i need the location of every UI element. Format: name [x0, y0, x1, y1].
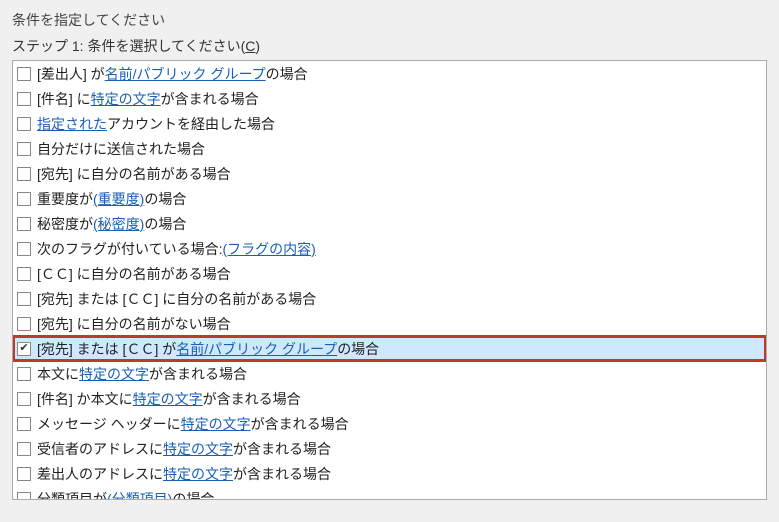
condition-link[interactable]: 名前/パブリック グループ	[176, 339, 337, 359]
condition-checkbox[interactable]	[17, 167, 31, 181]
condition-text: [宛先] に自分の名前がない場合	[37, 314, 231, 334]
condition-checkbox[interactable]	[17, 117, 31, 131]
conditions-listbox[interactable]: [差出人] が 名前/パブリック グループ の場合 [件名] に 特定の文字 が…	[12, 60, 767, 500]
condition-checkbox[interactable]	[17, 342, 31, 356]
condition-checkbox[interactable]	[17, 267, 31, 281]
condition-checkbox[interactable]	[17, 442, 31, 456]
condition-link[interactable]: 特定の文字	[181, 414, 251, 434]
condition-checkbox[interactable]	[17, 192, 31, 206]
step-prefix: ステップ 1: 条件を選択してください(	[12, 38, 245, 54]
condition-row[interactable]: [差出人] が 名前/パブリック グループ の場合	[13, 61, 766, 86]
condition-text: が含まれる場合	[233, 464, 331, 484]
condition-text: が含まれる場合	[251, 414, 349, 434]
condition-checkbox[interactable]	[17, 92, 31, 106]
condition-link[interactable]: 特定の文字	[133, 389, 203, 409]
condition-row[interactable]: 本文に 特定の文字 が含まれる場合	[13, 361, 766, 386]
condition-text: 本文に	[37, 364, 79, 384]
condition-text: が含まれる場合	[149, 364, 247, 384]
condition-text: の場合	[144, 189, 186, 209]
condition-row[interactable]: [宛先] または [ＣＣ] に自分の名前がある場合	[13, 286, 766, 311]
condition-row[interactable]: 次のフラグが付いている場合: (フラグの内容)	[13, 236, 766, 261]
condition-row[interactable]: 分類項目が (分類項目) の場合	[13, 486, 766, 500]
condition-text: 受信者のアドレスに	[37, 439, 163, 459]
condition-row[interactable]: 秘密度が (秘密度) の場合	[13, 211, 766, 236]
condition-checkbox[interactable]	[17, 317, 31, 331]
condition-link[interactable]: 名前/パブリック グループ	[105, 64, 266, 84]
condition-link[interactable]: (フラグの内容)	[222, 239, 315, 259]
condition-checkbox[interactable]	[17, 67, 31, 81]
condition-text: [ＣＣ] に自分の名前がある場合	[37, 264, 231, 284]
condition-row[interactable]: [宛先] または [ＣＣ] が 名前/パブリック グループ の場合	[13, 336, 766, 361]
condition-checkbox[interactable]	[17, 467, 31, 481]
condition-row[interactable]: 指定された アカウントを経由した場合	[13, 111, 766, 136]
condition-text: [件名] か本文に	[37, 389, 133, 409]
condition-link[interactable]: (秘密度)	[93, 214, 144, 234]
condition-text: [宛先] または [ＣＣ] に自分の名前がある場合	[37, 289, 316, 309]
condition-text: の場合	[266, 64, 308, 84]
condition-text: の場合	[172, 489, 214, 501]
dialog-prompt: 条件を指定してください	[12, 10, 767, 30]
condition-checkbox[interactable]	[17, 392, 31, 406]
condition-row[interactable]: 重要度が (重要度) の場合	[13, 186, 766, 211]
condition-text: 秘密度が	[37, 214, 93, 234]
condition-text: が含まれる場合	[161, 89, 259, 109]
condition-row[interactable]: 受信者のアドレスに 特定の文字 が含まれる場合	[13, 436, 766, 461]
condition-link[interactable]: 特定の文字	[79, 364, 149, 384]
condition-text: 次のフラグが付いている場合:	[37, 239, 222, 259]
condition-text: アカウントを経由した場合	[107, 114, 275, 134]
step-access-key: C	[245, 38, 255, 54]
condition-checkbox[interactable]	[17, 417, 31, 431]
condition-row[interactable]: [宛先] に自分の名前がない場合	[13, 311, 766, 336]
condition-checkbox[interactable]	[17, 142, 31, 156]
condition-text: 差出人のアドレスに	[37, 464, 163, 484]
condition-text: メッセージ ヘッダーに	[37, 414, 181, 434]
condition-checkbox[interactable]	[17, 292, 31, 306]
condition-text: 自分だけに送信された場合	[37, 139, 205, 159]
condition-text: [差出人] が	[37, 64, 105, 84]
step-1-label: ステップ 1: 条件を選択してください(C)	[12, 36, 767, 56]
condition-row[interactable]: [宛先] に自分の名前がある場合	[13, 161, 766, 186]
condition-row[interactable]: [件名] に 特定の文字 が含まれる場合	[13, 86, 766, 111]
condition-text: [件名] に	[37, 89, 91, 109]
condition-link[interactable]: 特定の文字	[163, 439, 233, 459]
condition-text: が含まれる場合	[233, 439, 331, 459]
condition-text: [宛先] または [ＣＣ] が	[37, 339, 176, 359]
condition-text: が含まれる場合	[203, 389, 301, 409]
condition-text: の場合	[337, 339, 379, 359]
condition-checkbox[interactable]	[17, 217, 31, 231]
condition-text: [宛先] に自分の名前がある場合	[37, 164, 231, 184]
condition-checkbox[interactable]	[17, 367, 31, 381]
condition-link[interactable]: 特定の文字	[91, 89, 161, 109]
condition-checkbox[interactable]	[17, 492, 31, 501]
condition-row[interactable]: [ＣＣ] に自分の名前がある場合	[13, 261, 766, 286]
condition-text: の場合	[144, 214, 186, 234]
condition-text: 分類項目が	[37, 489, 107, 501]
condition-row[interactable]: 自分だけに送信された場合	[13, 136, 766, 161]
condition-link[interactable]: (分類項目)	[107, 489, 172, 501]
condition-link[interactable]: 特定の文字	[163, 464, 233, 484]
condition-row[interactable]: [件名] か本文に 特定の文字 が含まれる場合	[13, 386, 766, 411]
condition-link[interactable]: (重要度)	[93, 189, 144, 209]
condition-text: 重要度が	[37, 189, 93, 209]
condition-row[interactable]: メッセージ ヘッダーに 特定の文字 が含まれる場合	[13, 411, 766, 436]
condition-checkbox[interactable]	[17, 242, 31, 256]
condition-link[interactable]: 指定された	[37, 114, 107, 134]
condition-row[interactable]: 差出人のアドレスに 特定の文字 が含まれる場合	[13, 461, 766, 486]
step-suffix: )	[255, 38, 260, 54]
